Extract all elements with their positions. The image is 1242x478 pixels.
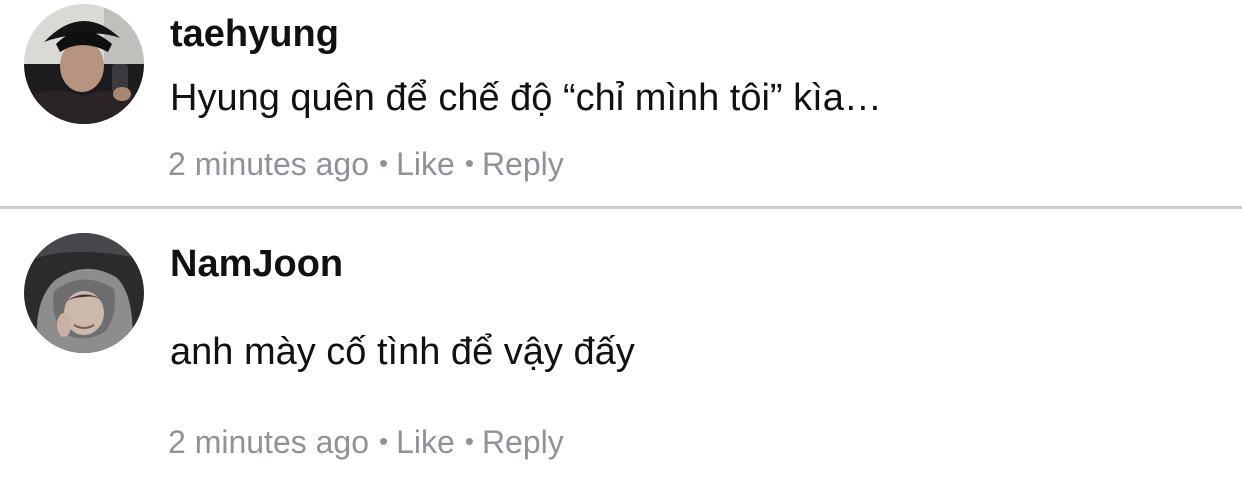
separator-dot: •: [379, 148, 389, 178]
comment-item: taehyung Hyung quên để chế độ “chỉ mình …: [0, 0, 1242, 206]
comment-item: NamJoon anh mày cố tình để vậy đấy 2 min…: [0, 210, 1242, 478]
avatar[interactable]: [24, 233, 144, 353]
like-button[interactable]: Like: [396, 146, 455, 182]
reply-button[interactable]: Reply: [482, 424, 564, 460]
comment-text: anh mày cố tình để vậy đấy: [170, 331, 635, 373]
comment-text: Hyung quên để chế độ “chỉ mình tôi” kìa…: [170, 77, 882, 119]
separator-dot: •: [379, 426, 389, 456]
comment-timestamp: 2 minutes ago: [168, 146, 370, 182]
like-button[interactable]: Like: [396, 424, 455, 460]
comment-timestamp: 2 minutes ago: [168, 424, 370, 460]
comment-username[interactable]: taehyung: [170, 12, 339, 56]
separator-dot: •: [464, 148, 474, 178]
avatar-photo-icon: [24, 4, 144, 124]
comment-meta: 2 minutes ago • Like • Reply: [168, 423, 564, 463]
avatar-photo-icon: [24, 233, 144, 353]
avatar[interactable]: [24, 4, 144, 124]
separator-dot: •: [464, 426, 474, 456]
comment-meta: 2 minutes ago • Like • Reply: [168, 145, 564, 185]
reply-button[interactable]: Reply: [482, 146, 564, 182]
comment-username[interactable]: NamJoon: [170, 242, 343, 286]
comment-divider: [0, 206, 1242, 209]
